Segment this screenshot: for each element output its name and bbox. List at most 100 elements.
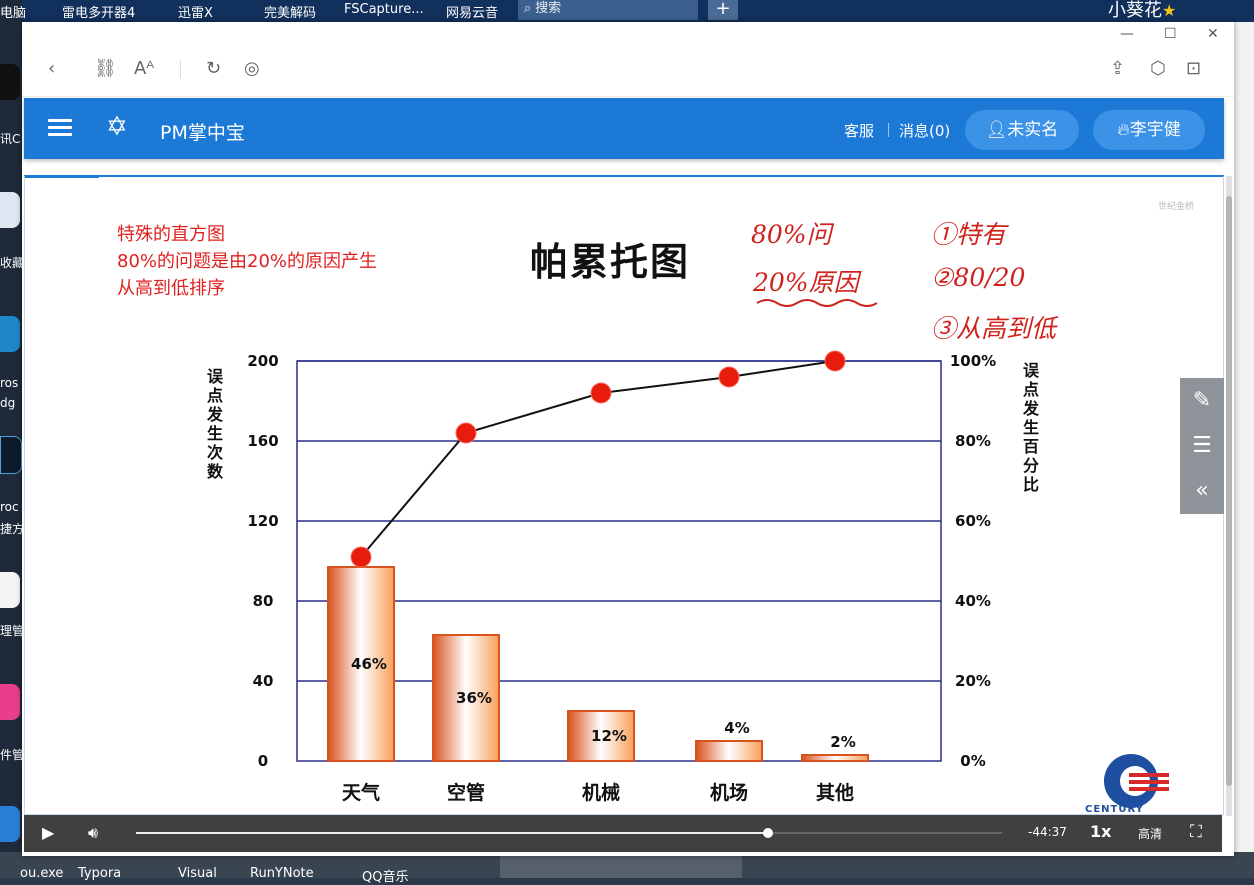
bar-data-label: 2%: [830, 733, 855, 751]
app-k-icon[interactable]: [0, 806, 20, 842]
category-label: 空管: [447, 781, 485, 804]
hamburger-menu-icon[interactable]: [48, 119, 72, 137]
right-tick-label: 80%: [955, 432, 991, 450]
font-size-icon[interactable]: Aᴬ: [134, 58, 154, 79]
search-placeholder: 搜索: [535, 1, 562, 16]
desktop-icon-label: ros: [0, 376, 19, 390]
video-progress-knob[interactable]: [763, 828, 774, 838]
cumulative-point: [718, 366, 740, 388]
desktop-icon-label: 捷方: [0, 522, 25, 536]
user-button-label: 李宇健: [1129, 120, 1181, 140]
desktop-icon-label: roc: [0, 500, 19, 514]
compass-icon[interactable]: ◎: [244, 58, 260, 79]
collapse-double-chevron-icon[interactable]: «: [1180, 468, 1224, 513]
bar-data-label: 4%: [724, 719, 749, 737]
quality-selector[interactable]: 高清: [1138, 825, 1162, 842]
cumulative-point: [350, 546, 372, 568]
messages-link[interactable]: 消息(0): [899, 120, 950, 141]
user-icon: 👤︎: [985, 120, 1008, 140]
left-tick-label: 80: [253, 592, 274, 610]
minimize-button[interactable]: —: [1120, 26, 1134, 42]
page-scrollbar[interactable]: [1226, 176, 1232, 816]
folder-icon[interactable]: [0, 192, 20, 228]
lightroom-icon[interactable]: [0, 436, 22, 474]
flame-icon: 🔥︎: [1117, 120, 1130, 140]
desktop-user-name: 小葵花: [1108, 0, 1162, 21]
app-brand: PM掌中宝: [160, 122, 245, 144]
play-icon[interactable]: ▶: [42, 823, 54, 842]
cumulative-point: [590, 382, 612, 404]
desktop-icon-label: 件管: [0, 748, 25, 762]
century-logo: [1104, 754, 1169, 808]
verify-button[interactable]: 👤︎未实名: [965, 110, 1079, 150]
desktop-icon-label[interactable]: Typora: [78, 866, 121, 881]
desktop-user[interactable]: 小葵花★: [1108, 0, 1176, 22]
desktop-icon-label[interactable]: ou.exe: [20, 866, 63, 881]
screenshot-icon[interactable]: ⊡: [1186, 58, 1201, 79]
new-tab-plus-icon[interactable]: +: [708, 0, 738, 20]
pareto-chart: 0 0% 40 20% 80 40% 120 60% 160 80% 200 100% 46% 天气 36%…: [247, 350, 996, 804]
desktop-icon-label[interactable]: 完美解码: [264, 2, 316, 21]
right-tick-label: 20%: [955, 672, 991, 690]
qq-icon[interactable]: [0, 64, 20, 100]
app-navbar: ✡ PM掌中宝 客服 消息(0) 👤︎未实名 🔥︎李宇健: [24, 98, 1224, 159]
right-tick-label: 100%: [950, 352, 996, 370]
right-tick-label: 40%: [955, 592, 991, 610]
bar: [801, 754, 869, 762]
video-progress-fill: [136, 832, 769, 834]
desktop-icon-label: 讯C: [0, 132, 21, 146]
fullscreen-icon[interactable]: ⛶: [1190, 822, 1202, 842]
video-slide: 特殊的直方图 80%的问题是由20%的原因产生 从高到低排序 帕累托图 80%问…: [24, 175, 1224, 815]
link-icon[interactable]: ⛓: [94, 58, 117, 79]
close-button[interactable]: ✕: [1207, 26, 1219, 42]
maximize-button[interactable]: ☐: [1164, 26, 1177, 42]
desktop-icon-label[interactable]: 电脑: [0, 2, 26, 21]
edge-icon[interactable]: [0, 316, 20, 352]
app-colorful-icon[interactable]: [0, 684, 20, 720]
desktop-search-box[interactable]: ⌕ 搜索: [518, 0, 698, 20]
desktop-icon-label[interactable]: 网易云音: [446, 2, 498, 21]
left-tick-label: 200: [247, 352, 278, 370]
category-label: 其他: [816, 781, 854, 804]
desktop-icon-label[interactable]: RunYNote: [250, 866, 314, 881]
left-tick-label: 120: [247, 512, 278, 530]
customer-service-link[interactable]: 客服: [844, 120, 874, 141]
user-button[interactable]: 🔥︎李宇健: [1093, 110, 1205, 150]
video-progress-bar[interactable]: [136, 828, 1002, 838]
volume-icon[interactable]: 🔊︎: [88, 823, 98, 843]
refresh-icon[interactable]: ↻: [206, 58, 221, 79]
desktop-icon-label: dg: [0, 396, 16, 410]
bar: [695, 740, 763, 762]
logo-text: CENTURY: [1085, 804, 1144, 815]
desktop-icon-label[interactable]: 迅雷X: [178, 2, 213, 21]
comment-icon[interactable]: ☰: [1180, 423, 1224, 468]
right-tick-label: 60%: [955, 512, 991, 530]
left-tick-label: 40: [253, 672, 274, 690]
cumulative-point: [824, 350, 846, 372]
left-tick-label: 0: [258, 752, 268, 770]
category-label: 天气: [342, 781, 380, 804]
chevron-left-icon[interactable]: ‹: [48, 58, 55, 79]
toolbar-divider: [180, 60, 181, 78]
category-label: 机场: [710, 782, 748, 804]
star-icon: ★: [1162, 1, 1177, 20]
search-icon: ⌕: [524, 1, 532, 16]
cumulative-point: [455, 422, 477, 444]
desktop-icon-label[interactable]: 雷电多开器4: [62, 2, 135, 21]
cube-icon[interactable]: ⬡: [1150, 58, 1166, 79]
nav-divider: [888, 123, 889, 137]
app-m-icon[interactable]: [0, 572, 20, 608]
share-icon[interactable]: ⇪: [1110, 58, 1125, 79]
pencil-icon[interactable]: ✎: [1180, 378, 1224, 423]
bar-data-label: 46%: [351, 655, 387, 673]
desktop-icon-label[interactable]: Visual: [178, 866, 217, 881]
desktop-icon-label[interactable]: QQ音乐: [362, 866, 408, 885]
remaining-time: -44:37: [1028, 825, 1067, 839]
desktop-icon-label: 收藏: [0, 256, 25, 270]
category-label: 机械: [582, 781, 620, 804]
playback-speed[interactable]: 1x: [1090, 822, 1111, 841]
desktop-icon-label: 理管: [0, 624, 25, 638]
verify-button-label: 未实名: [1007, 120, 1059, 140]
browser-window: — ☐ ✕ ‹ ⛓ Aᴬ ↻ ◎ ⇪ ⬡ ⊡ ✡ PM掌中宝 客服 消息(0) …: [22, 22, 1234, 856]
desktop-icon-label[interactable]: FSCapture...: [344, 2, 424, 17]
